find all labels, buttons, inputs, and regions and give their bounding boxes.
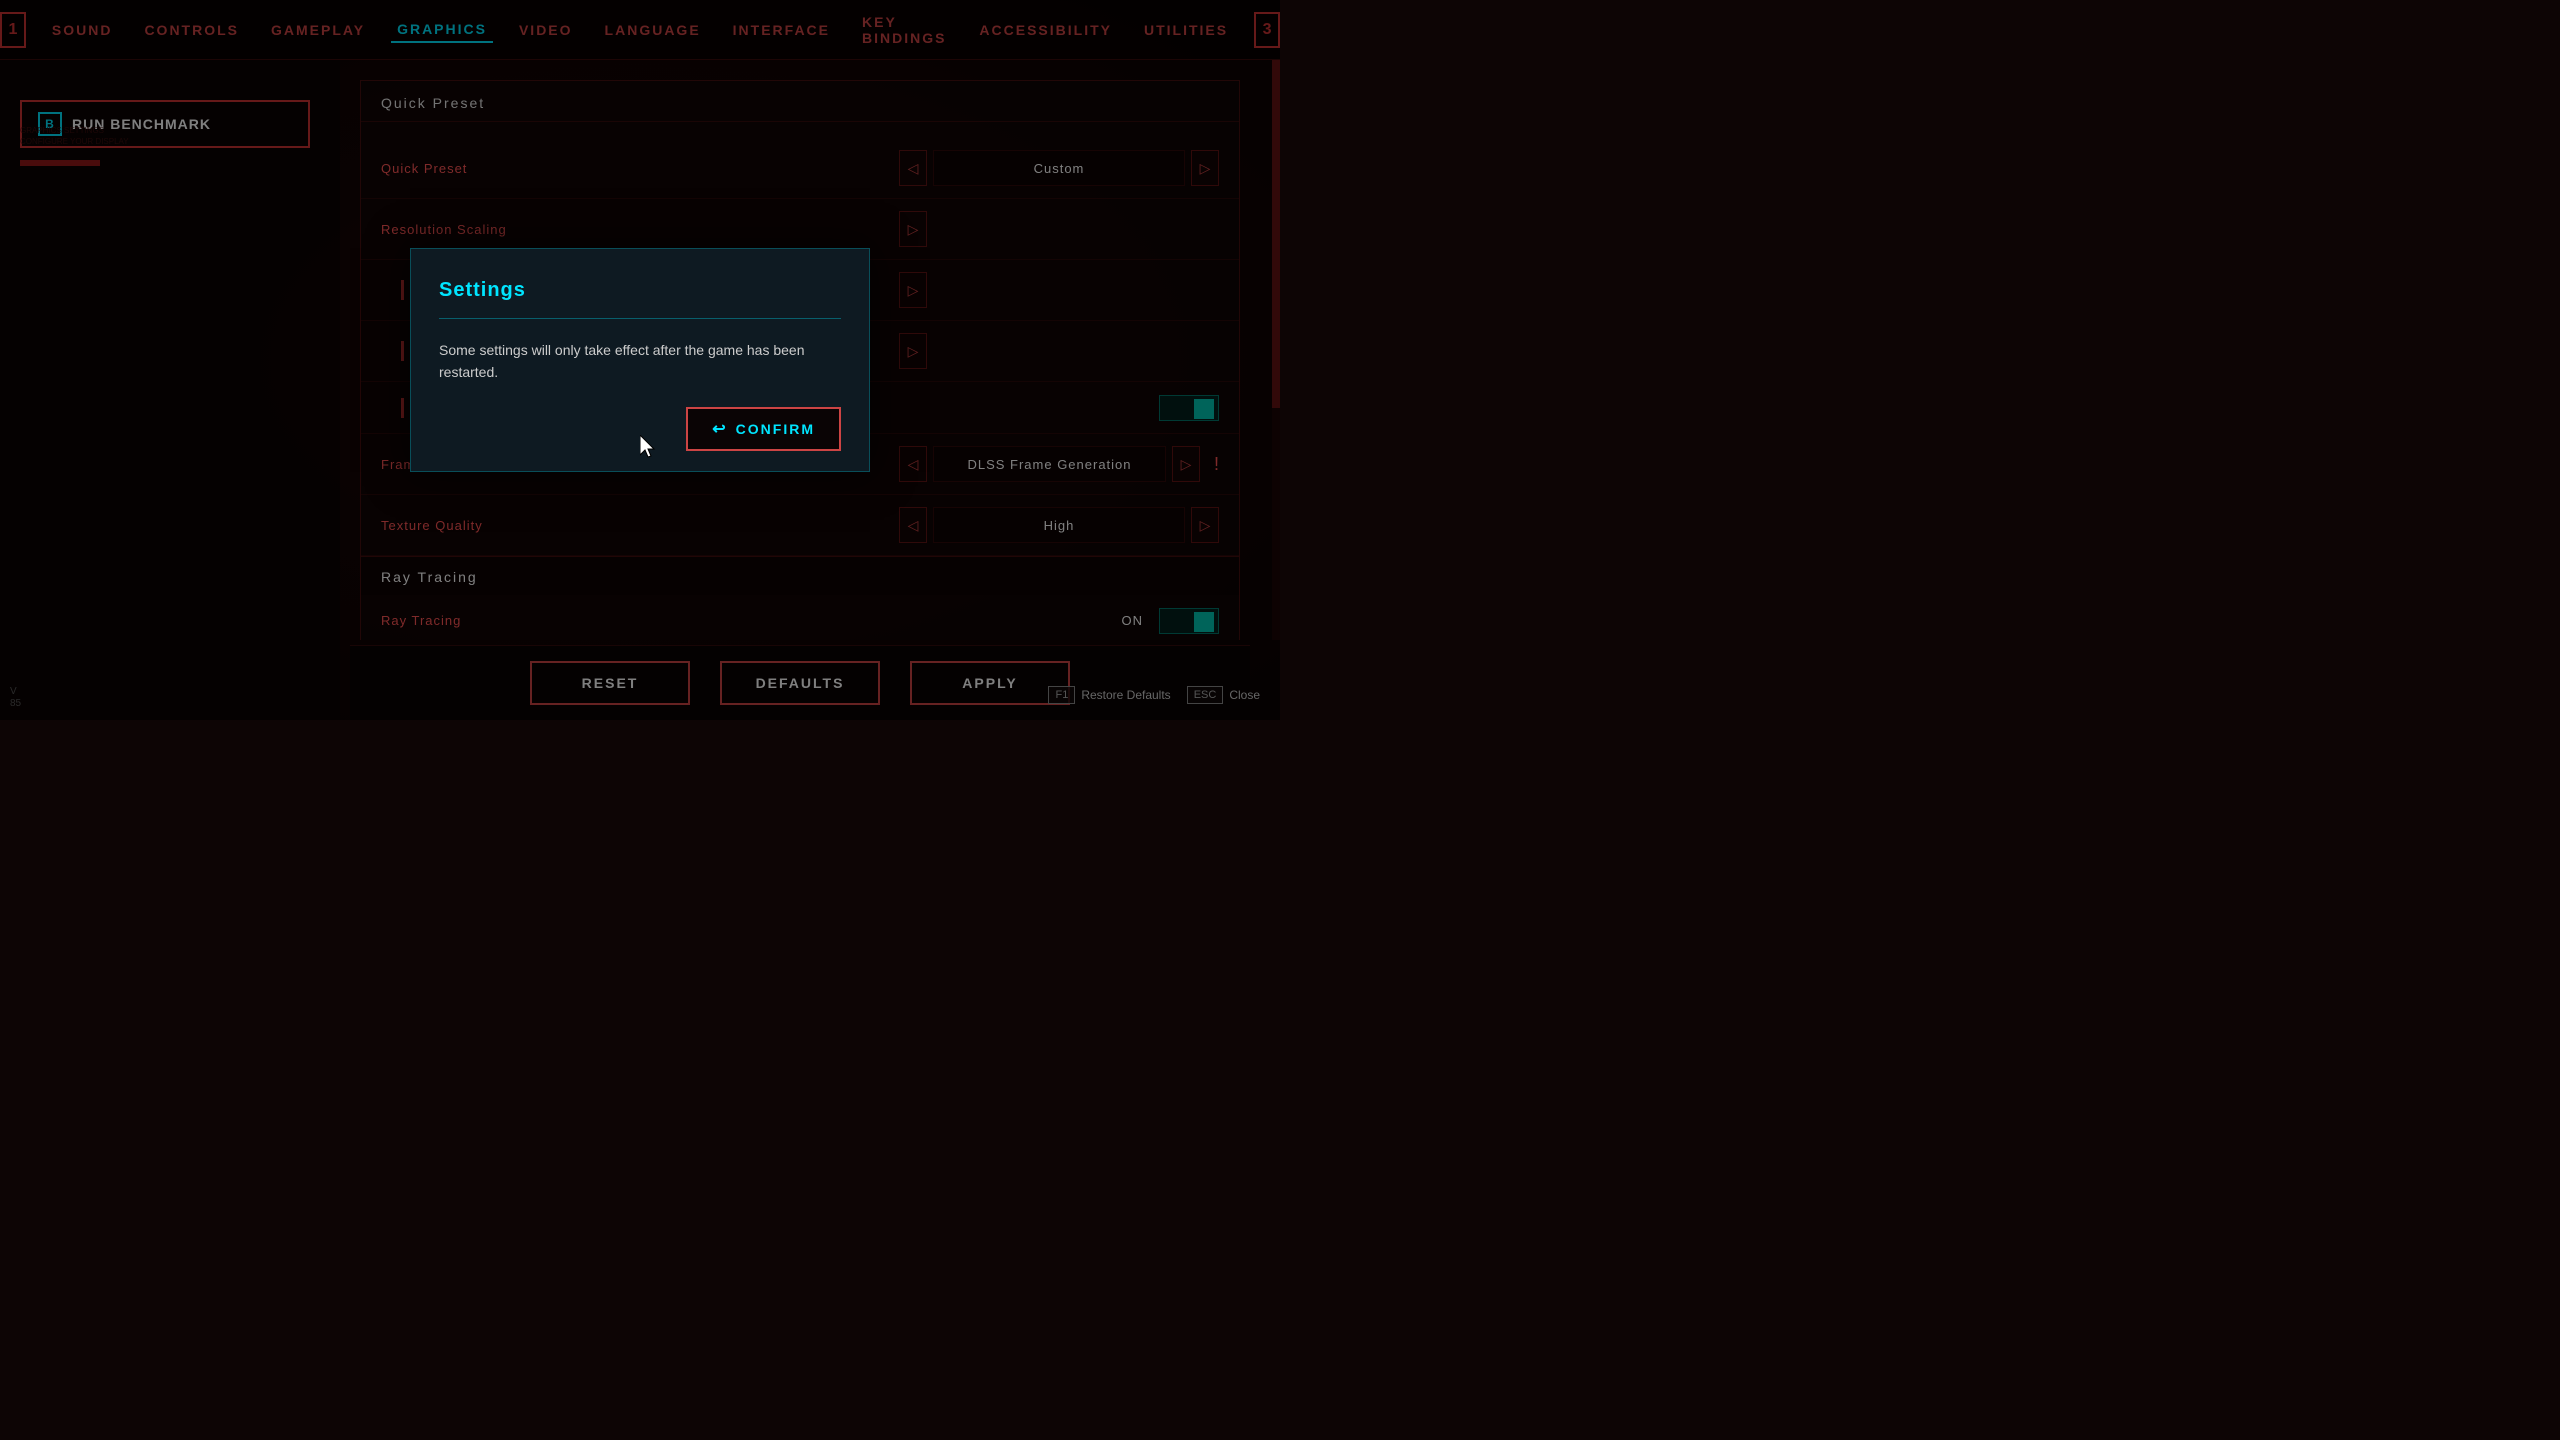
confirm-button[interactable]: ↩ CONFIRM <box>686 407 841 451</box>
settings-modal: Settings Some settings will only take ef… <box>410 248 870 473</box>
confirm-icon: ↩ <box>712 419 727 439</box>
confirm-label: CONFIRM <box>736 421 815 437</box>
modal-footer: ↩ CONFIRM <box>439 407 841 451</box>
modal-divider <box>439 318 841 319</box>
modal-overlay: Settings Some settings will only take ef… <box>0 0 1280 720</box>
modal-title: Settings <box>439 279 841 302</box>
modal-body: Some settings will only take effect afte… <box>439 339 841 384</box>
